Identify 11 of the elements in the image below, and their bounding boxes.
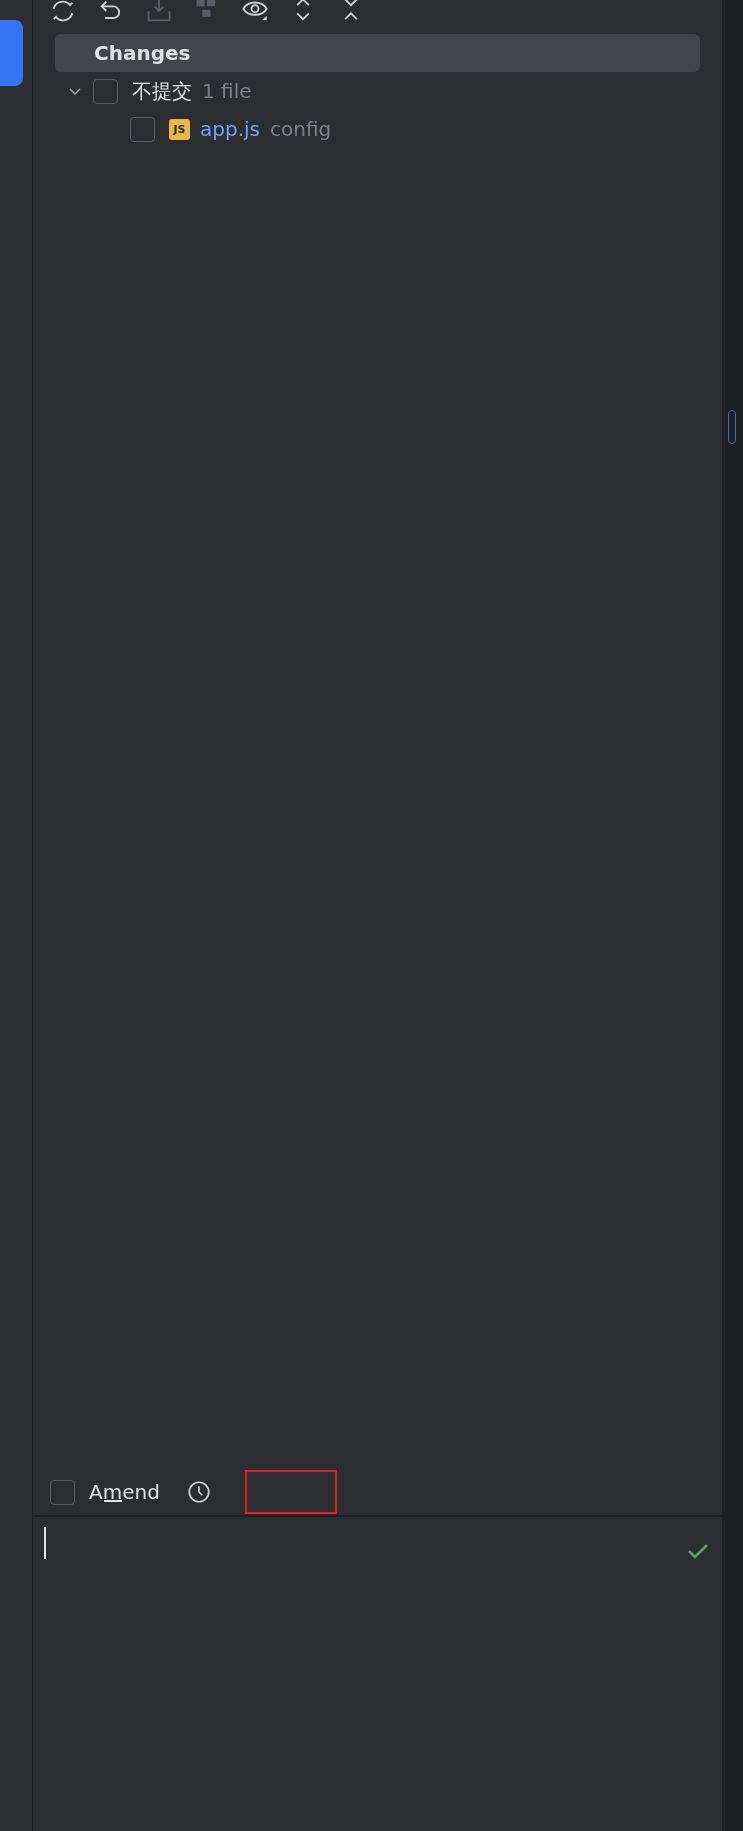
checkbox[interactable] bbox=[93, 78, 118, 104]
amend-label[interactable]: Amend bbox=[89, 1480, 160, 1504]
clock-icon[interactable] bbox=[185, 1479, 212, 1505]
checkbox[interactable] bbox=[50, 1479, 75, 1505]
tree-header[interactable]: Changes bbox=[55, 34, 700, 72]
changelist-name: 不提交 bbox=[132, 77, 192, 105]
checkbox[interactable] bbox=[130, 116, 155, 142]
file-path: config bbox=[270, 117, 332, 141]
file-count: 1 file bbox=[202, 79, 252, 103]
file-type-icon: JS bbox=[169, 118, 190, 140]
file-name[interactable]: app.js bbox=[200, 117, 260, 141]
